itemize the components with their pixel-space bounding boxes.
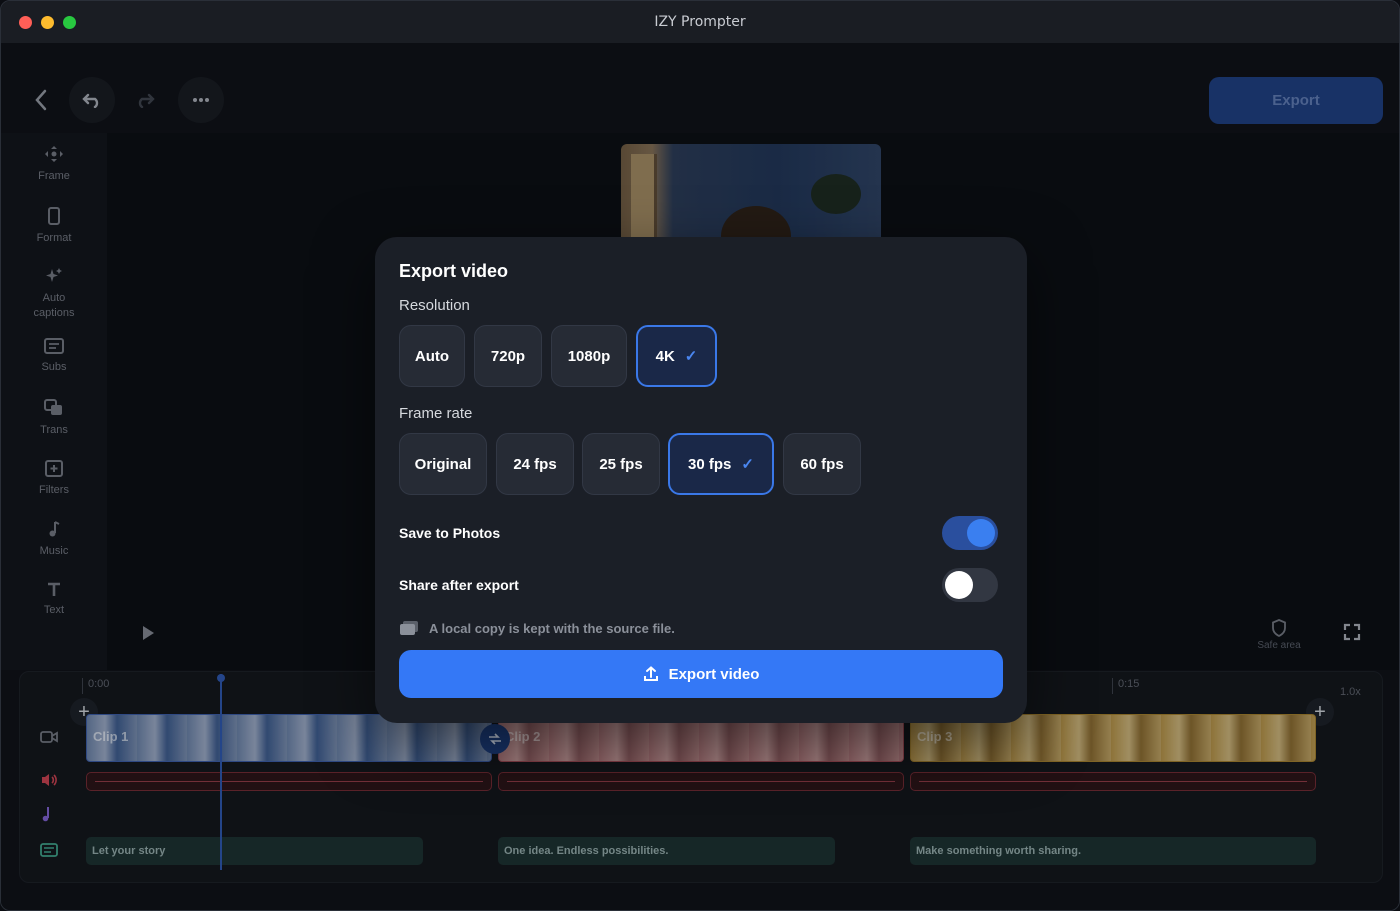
- export-video-dialog: Export video Resolution Auto 720p 1080p …: [375, 237, 1027, 723]
- checkmark-icon: ✓: [684, 348, 698, 365]
- option-label: Auto: [414, 347, 450, 365]
- close-window-button[interactable]: [19, 16, 32, 29]
- frame-rate-option-60[interactable]: 60 fps: [783, 433, 861, 495]
- frame-rate-option-original[interactable]: Original: [399, 433, 487, 495]
- window-title: IZY Prompter: [654, 14, 746, 30]
- resolution-label: Resolution: [399, 297, 470, 314]
- window-controls: [19, 16, 76, 29]
- frame-rate-option-25[interactable]: 25 fps: [582, 433, 660, 495]
- titlebar: IZY Prompter: [1, 1, 1399, 43]
- minimize-window-button[interactable]: [41, 16, 54, 29]
- frame-rate-option-30[interactable]: 30 fps ✓: [668, 433, 774, 495]
- app-window: IZY Prompter Export Frame Format Auto ca…: [0, 0, 1400, 911]
- share-after-export-label: Share after export: [399, 577, 519, 593]
- frame-rate-option-24[interactable]: 24 fps: [496, 433, 574, 495]
- option-label: 25 fps: [599, 455, 643, 473]
- save-to-photos-toggle[interactable]: [942, 516, 998, 550]
- resolution-option-auto[interactable]: Auto: [399, 325, 465, 387]
- resolution-option-4k[interactable]: 4K ✓: [636, 325, 717, 387]
- option-label: 24 fps: [513, 455, 557, 473]
- local-copy-note: A local copy is kept with the source fil…: [399, 620, 675, 636]
- checkmark-icon: ✓: [741, 456, 754, 473]
- export-video-label: Export video: [668, 665, 760, 683]
- option-label: 4K: [655, 347, 675, 365]
- option-label: 30 fps: [688, 455, 732, 473]
- folder-stack-icon: [400, 621, 418, 635]
- export-video-button[interactable]: Export video: [399, 650, 1003, 698]
- resolution-option-720p[interactable]: 720p: [474, 325, 542, 387]
- frame-rate-label: Frame rate: [399, 405, 473, 422]
- option-label: 60 fps: [800, 455, 844, 473]
- share-after-export-toggle[interactable]: [942, 568, 998, 602]
- dialog-title: Export video: [399, 261, 509, 281]
- resolution-option-1080p[interactable]: 1080p: [551, 325, 627, 387]
- zoom-window-button[interactable]: [63, 16, 76, 29]
- note-text: A local copy is kept with the source fil…: [429, 620, 675, 636]
- option-label: 720p: [490, 347, 526, 365]
- upload-icon: [643, 666, 658, 681]
- option-label: Original: [414, 455, 472, 473]
- save-to-photos-label: Save to Photos: [399, 525, 501, 541]
- option-label: 1080p: [567, 347, 611, 365]
